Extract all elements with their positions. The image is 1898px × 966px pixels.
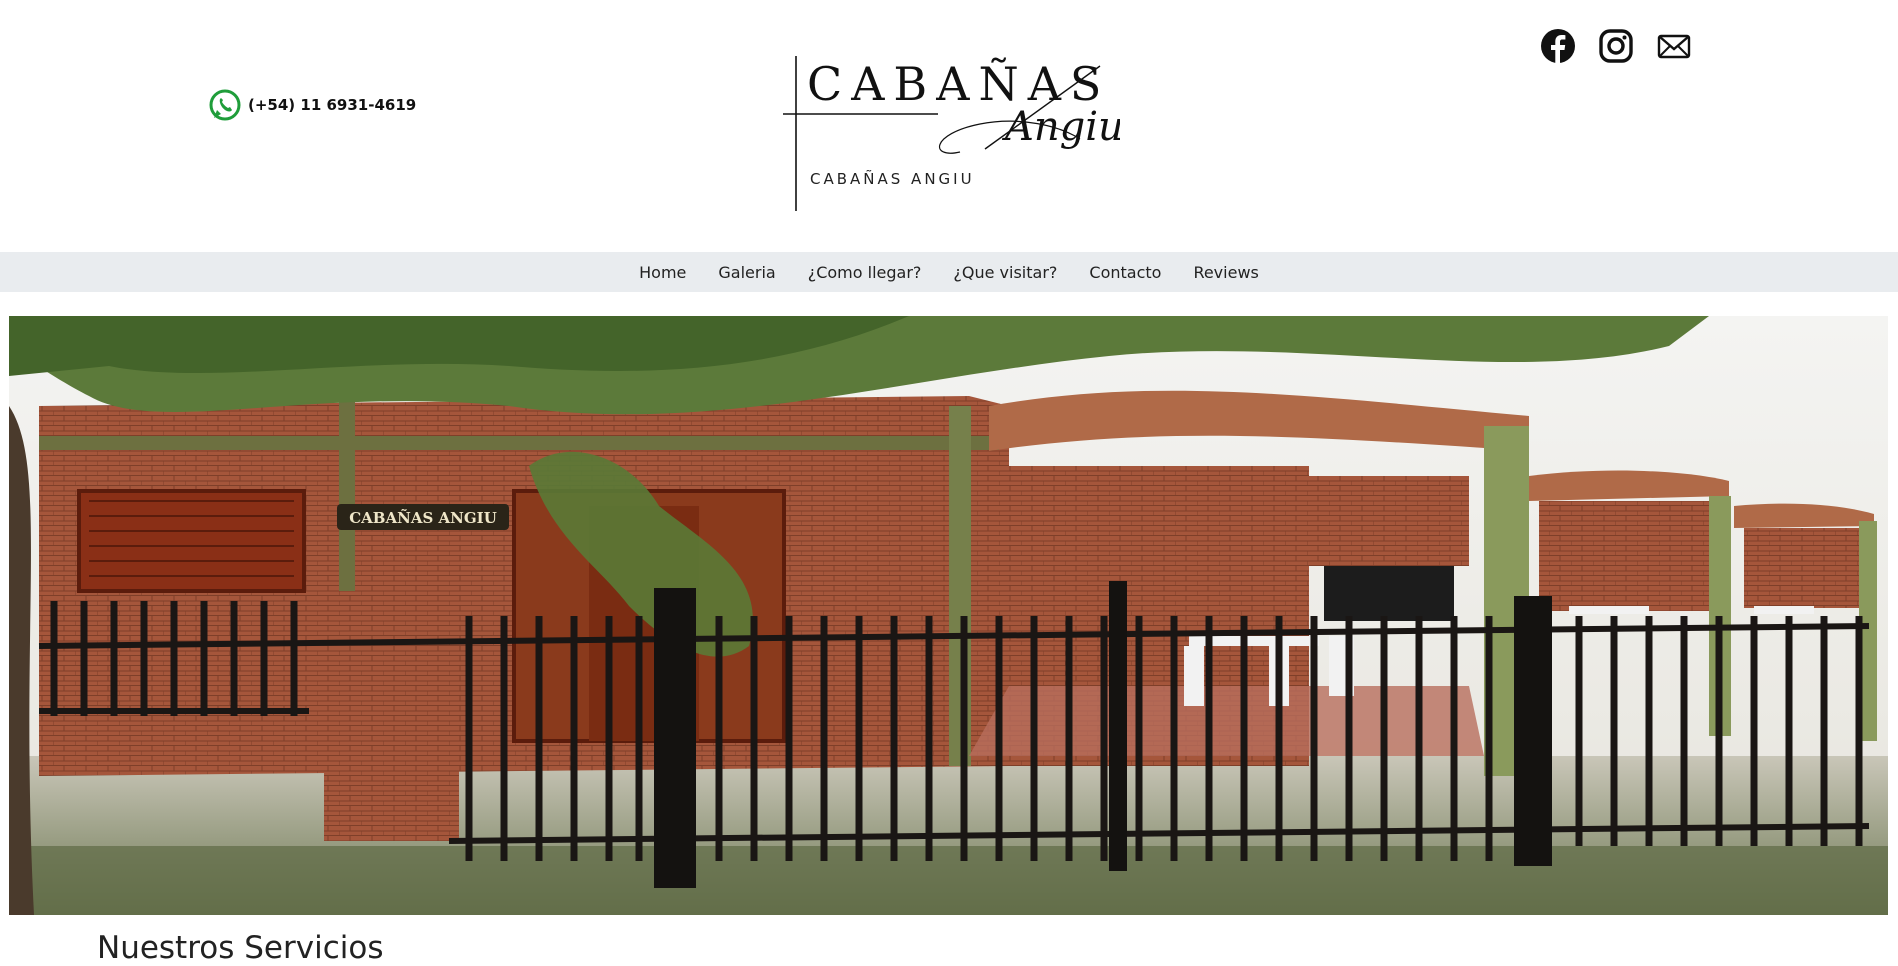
logo-subtitle: CABAÑAS ANGIU (810, 169, 975, 188)
site-header: (+54) 11 6931-4619 CABAÑAS Angiu CABAÑAS… (0, 0, 1898, 252)
mail-icon[interactable] (1656, 28, 1692, 64)
hero-sign-text: CABAÑAS ANGIU (349, 508, 497, 527)
social-links (1540, 28, 1692, 64)
facebook-link[interactable] (1540, 28, 1576, 64)
nav-item-home[interactable]: Home (623, 263, 702, 282)
logo-script: Angiu (1001, 104, 1120, 150)
nav-item-reviews[interactable]: Reviews (1177, 263, 1274, 282)
whatsapp-icon[interactable] (208, 88, 242, 122)
hero-image: CABAÑAS ANGIU (9, 316, 1888, 915)
instagram-link[interactable] (1598, 28, 1634, 64)
nav-item-como-llegar[interactable]: ¿Como llegar? (792, 263, 938, 282)
site-logo[interactable]: CABAÑAS Angiu CABAÑAS ANGIU (780, 54, 1120, 214)
logo-title: CABAÑAS (807, 57, 1110, 111)
main-nav: Home Galeria ¿Como llegar? ¿Que visitar?… (0, 252, 1898, 292)
phone-number[interactable]: (+54) 11 6931-4619 (248, 96, 416, 114)
mail-link[interactable] (1656, 28, 1692, 64)
nav-item-contacto[interactable]: Contacto (1073, 263, 1177, 282)
instagram-icon[interactable] (1598, 28, 1634, 64)
section-title: Nuestros Servicios (97, 930, 384, 966)
nav-item-galeria[interactable]: Galeria (702, 263, 791, 282)
facebook-icon[interactable] (1540, 28, 1576, 64)
nav-item-que-visitar[interactable]: ¿Que visitar? (937, 263, 1073, 282)
phone-contact[interactable]: (+54) 11 6931-4619 (208, 88, 416, 122)
